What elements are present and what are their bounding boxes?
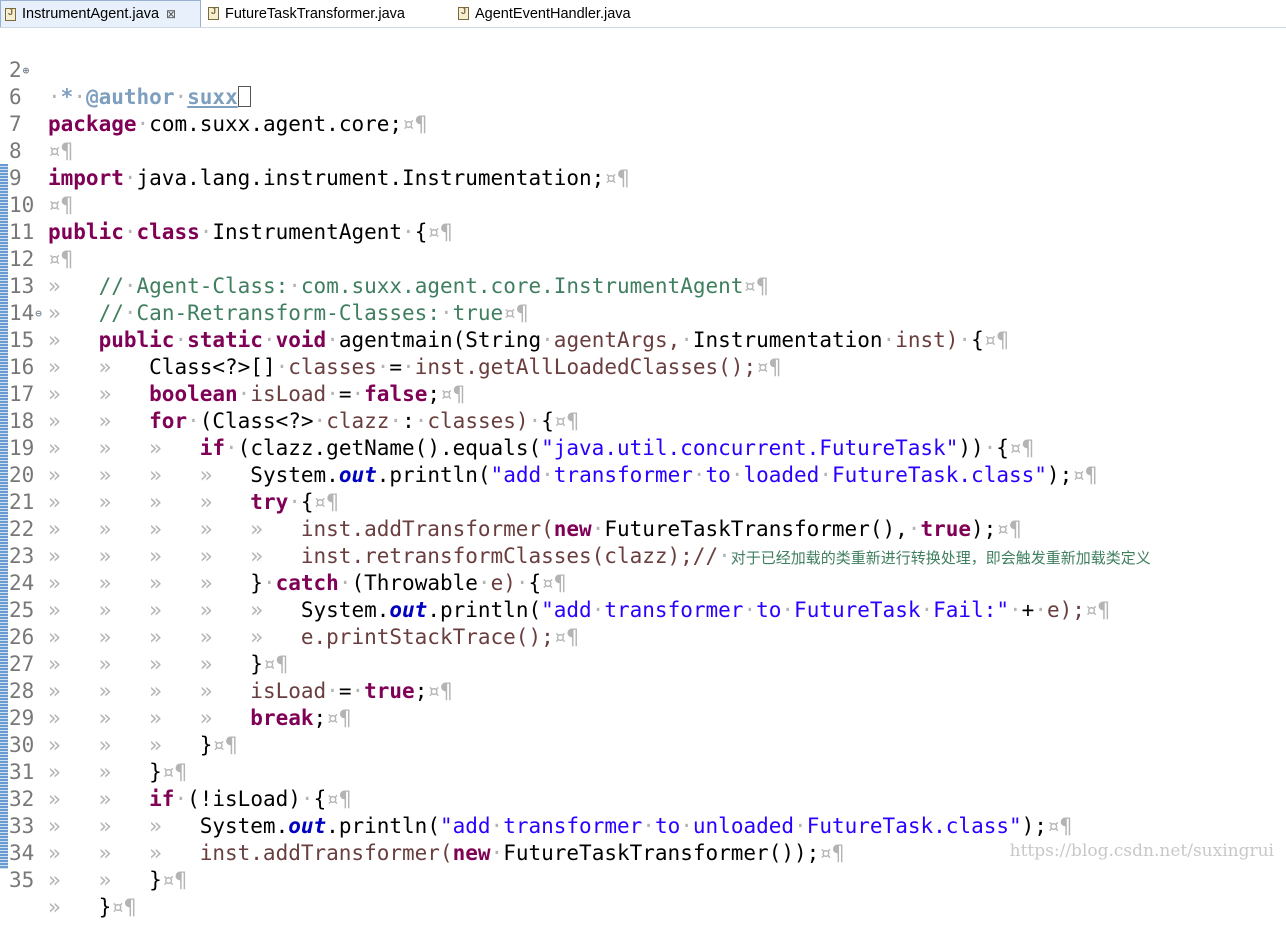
java-file-icon: J [5,8,16,21]
code-line-16: 16 » » boolean·isLoad·=·false;¤¶ [0,327,51,354]
code-line-21: 21 » » » » » inst.addTransformer(new·Fut… [0,462,51,489]
tab-futuretasktransformer[interactable]: J FutureTaskTransformer.java [208,0,405,27]
editor-tab-bar: J InstrumentAgent.java ⊠ J FutureTaskTra… [0,0,1286,28]
code-line-2: 2⊕ ·*·@author·suxx [0,30,51,57]
code-line-26: 26 » » » » }¤¶ [0,597,51,624]
code-line-32: 32 » » » System.out.println("add·transfo… [0,759,51,786]
tab-agenteventhandler[interactable]: J AgentEventHandler.java [458,0,631,27]
code-line-31: 31 » » if·(!isLoad)·{¤¶ [0,732,51,759]
code-line-12: 12 » //·Agent-Class:·com.suxx.agent.core… [0,219,51,246]
code-line-18: 18 » » » if·(clazz.getName().equals("jav… [0,381,51,408]
code-line-28: 28 » » » » break;¤¶ [0,651,51,678]
code-line-27: 27 » » » » isLoad·=·true;¤¶ [0,624,51,651]
text-cursor [238,86,251,107]
code-line-25: 25 » » » » » e.printStackTrace();¤¶ [0,570,51,597]
java-file-icon: J [458,7,469,20]
java-file-icon: J [208,7,219,20]
code-line-17: 17 » » for·(Class<?>·clazz·:·classes)·{¤… [0,354,51,381]
code-line-15: 15 » » Class<?>[]·classes·=·inst.getAllL… [0,300,51,327]
code-line-22: 22 » » » » » inst.retransformClasses(cla… [0,489,51,516]
code-line-7: 7 ¤¶ [0,84,51,111]
code-line-23: 23 » » » » }·catch·(Throwable·e)·{¤¶ [0,516,51,543]
code-line-24: 24 » » » » » System.out.println("add·tra… [0,543,51,570]
watermark: https://blog.csdn.net/suxingrui [1010,841,1274,861]
code-line-14: 14⊖ » public·static·void·agentmain(Strin… [0,273,51,300]
code-editor[interactable]: 2⊕ ·*·@author·suxx 6 package·com.suxx.ag… [0,30,1286,869]
code-line-6: 6 package·com.suxx.agent.core;¤¶ [0,57,51,84]
code-line-13: 13 » //·Can-Retransform-Classes:·true¤¶ [0,246,51,273]
code-line-29: 29 » » » }¤¶ [0,678,51,705]
code-line-10: 10 public·class·InstrumentAgent·{¤¶ [0,165,51,192]
close-tab-icon[interactable]: ⊠ [166,7,176,21]
tab-label: FutureTaskTransformer.java [225,6,405,22]
code-line-20: 20 » » » » try·{¤¶ [0,435,51,462]
code-line-8: 8 import·java.lang.instrument.Instrument… [0,111,51,138]
code-line-11: 11 ¤¶ [0,192,51,219]
tab-label: AgentEventHandler.java [475,6,631,22]
code-line-35: 35 » }¤¶ [0,840,51,867]
tab-instrumentagent[interactable]: J InstrumentAgent.java ⊠ [0,0,201,27]
code-line-33: 33 » » » inst.addTransformer(new·FutureT… [0,786,51,813]
line-number: 35 [9,867,39,894]
code-line-9: 9 ¤¶ [0,138,51,165]
tab-label: InstrumentAgent.java [22,6,159,22]
code-line-34: 34 » » }¤¶ [0,813,51,840]
code-line-19: 19 » » » » System.out.println("add·trans… [0,408,51,435]
code-line-30: 30 » » }¤¶ [0,705,51,732]
